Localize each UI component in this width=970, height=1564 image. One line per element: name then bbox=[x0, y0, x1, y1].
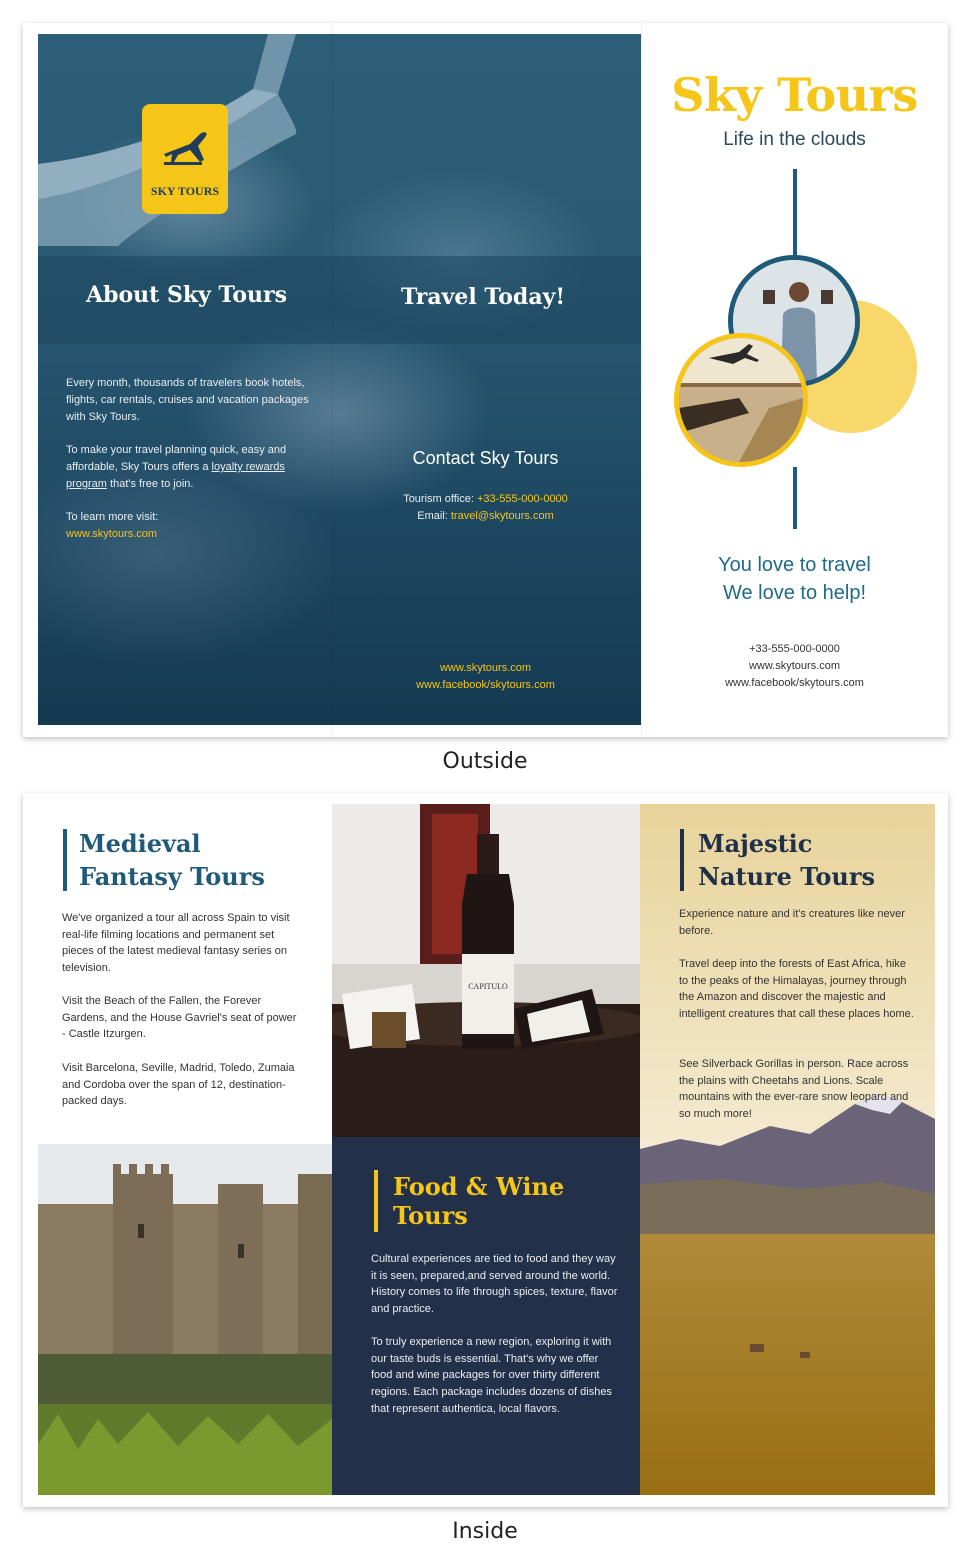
medieval-paragraph-3: Visit Barcelona, Seville, Madrid, Toledo… bbox=[62, 1062, 295, 1108]
food-heading-2: Tours bbox=[393, 1201, 468, 1230]
castle-image bbox=[38, 1144, 332, 1495]
travel-heading: Travel Today! bbox=[401, 284, 566, 310]
medieval-panel: Medieval Fantasy Tours We've organized a… bbox=[38, 804, 332, 1495]
tagline-line-1: You love to travel bbox=[718, 554, 871, 576]
nature-heading-2: Nature Tours bbox=[698, 862, 876, 891]
medieval-heading-1: Medieval bbox=[79, 829, 201, 858]
nature-paragraph-1: Experience nature and it's creatures lik… bbox=[679, 908, 905, 937]
about-heading: About Sky Tours bbox=[86, 282, 288, 308]
brand-title: Sky Tours bbox=[671, 68, 918, 122]
cover-panel: Sky Tours Life in the clouds You love to… bbox=[641, 23, 948, 737]
cover-facebook[interactable]: www.facebook/skytours.com bbox=[641, 675, 948, 692]
airport-photo-circle bbox=[674, 333, 808, 467]
inside-sheet: Medieval Fantasy Tours We've organized a… bbox=[23, 793, 948, 1507]
sky-tours-logo: SKY TOURS bbox=[142, 104, 228, 214]
nature-paragraph-2: Travel deep into the forests of East Afr… bbox=[679, 958, 914, 1021]
email-line: Email: travel@skytours.com bbox=[417, 510, 554, 522]
food-paragraph-2: To truly experience a new region, explor… bbox=[371, 1336, 612, 1415]
connector-line-bottom bbox=[793, 467, 797, 529]
about-paragraph-1: Every month, thousands of travelers book… bbox=[66, 377, 309, 423]
plane-icon bbox=[164, 132, 207, 165]
medieval-heading-2: Fantasy Tours bbox=[79, 862, 265, 891]
contact-heading: Contact Sky Tours bbox=[412, 448, 559, 468]
inside-caption: Inside bbox=[452, 1519, 518, 1544]
wine-image: CAPITULO bbox=[332, 804, 640, 1137]
tagline-line-2: We love to help! bbox=[722, 582, 867, 604]
cover-web[interactable]: www.skytours.com bbox=[641, 658, 948, 675]
outside-caption: Outside bbox=[442, 749, 528, 774]
office-line: Tourism office: +33-555-000-0000 bbox=[403, 493, 568, 505]
outside-sheet: SKY TOURS About Sky Tours Travel Today! … bbox=[23, 23, 948, 737]
food-paragraph-1: Cultural experiences are tied to food an… bbox=[371, 1253, 618, 1316]
cover-phone[interactable]: +33-555-000-0000 bbox=[641, 641, 948, 658]
airport-image bbox=[679, 338, 803, 462]
accent-bar bbox=[63, 829, 67, 891]
nature-paragraph-3: See Silverback Gorillas in person. Race … bbox=[679, 1058, 909, 1121]
food-wine-panel: CAPITULO Food & Wine Tours Cultural expe… bbox=[332, 804, 640, 1495]
connector-line-top bbox=[793, 169, 797, 269]
brand-subtitle: Life in the clouds bbox=[723, 129, 866, 150]
accent-bar bbox=[374, 1170, 378, 1232]
office-phone[interactable]: +33-555-000-0000 bbox=[477, 493, 568, 505]
about-url-link[interactable]: www.skytours.com bbox=[66, 526, 157, 543]
logo-text: SKY TOURS bbox=[150, 184, 220, 198]
medieval-paragraph-1: We've organized a tour all across Spain … bbox=[62, 912, 290, 975]
nature-heading-1: Majestic bbox=[698, 829, 813, 858]
svg-text:CAPITULO: CAPITULO bbox=[468, 982, 508, 991]
travel-facebook-link[interactable]: www.facebook/skytours.com bbox=[333, 677, 638, 694]
email-link[interactable]: travel@skytours.com bbox=[451, 510, 554, 522]
about-paragraph-2: To make your travel planning quick, easy… bbox=[66, 444, 287, 490]
fold-line bbox=[332, 23, 333, 737]
medieval-paragraph-2: Visit the Beach of the Fallen, the Forev… bbox=[62, 995, 297, 1041]
nature-panel: Majestic Nature Tours Experience nature … bbox=[640, 804, 935, 1495]
accent-bar bbox=[680, 829, 684, 891]
outside-sky-panel: SKY TOURS About Sky Tours Travel Today! … bbox=[38, 34, 641, 725]
about-paragraph-3: To learn more visit: bbox=[66, 511, 159, 523]
food-heading-1: Food & Wine bbox=[393, 1172, 565, 1201]
travel-web-link[interactable]: www.skytours.com bbox=[333, 660, 638, 677]
airplane-wing-image bbox=[38, 34, 297, 246]
